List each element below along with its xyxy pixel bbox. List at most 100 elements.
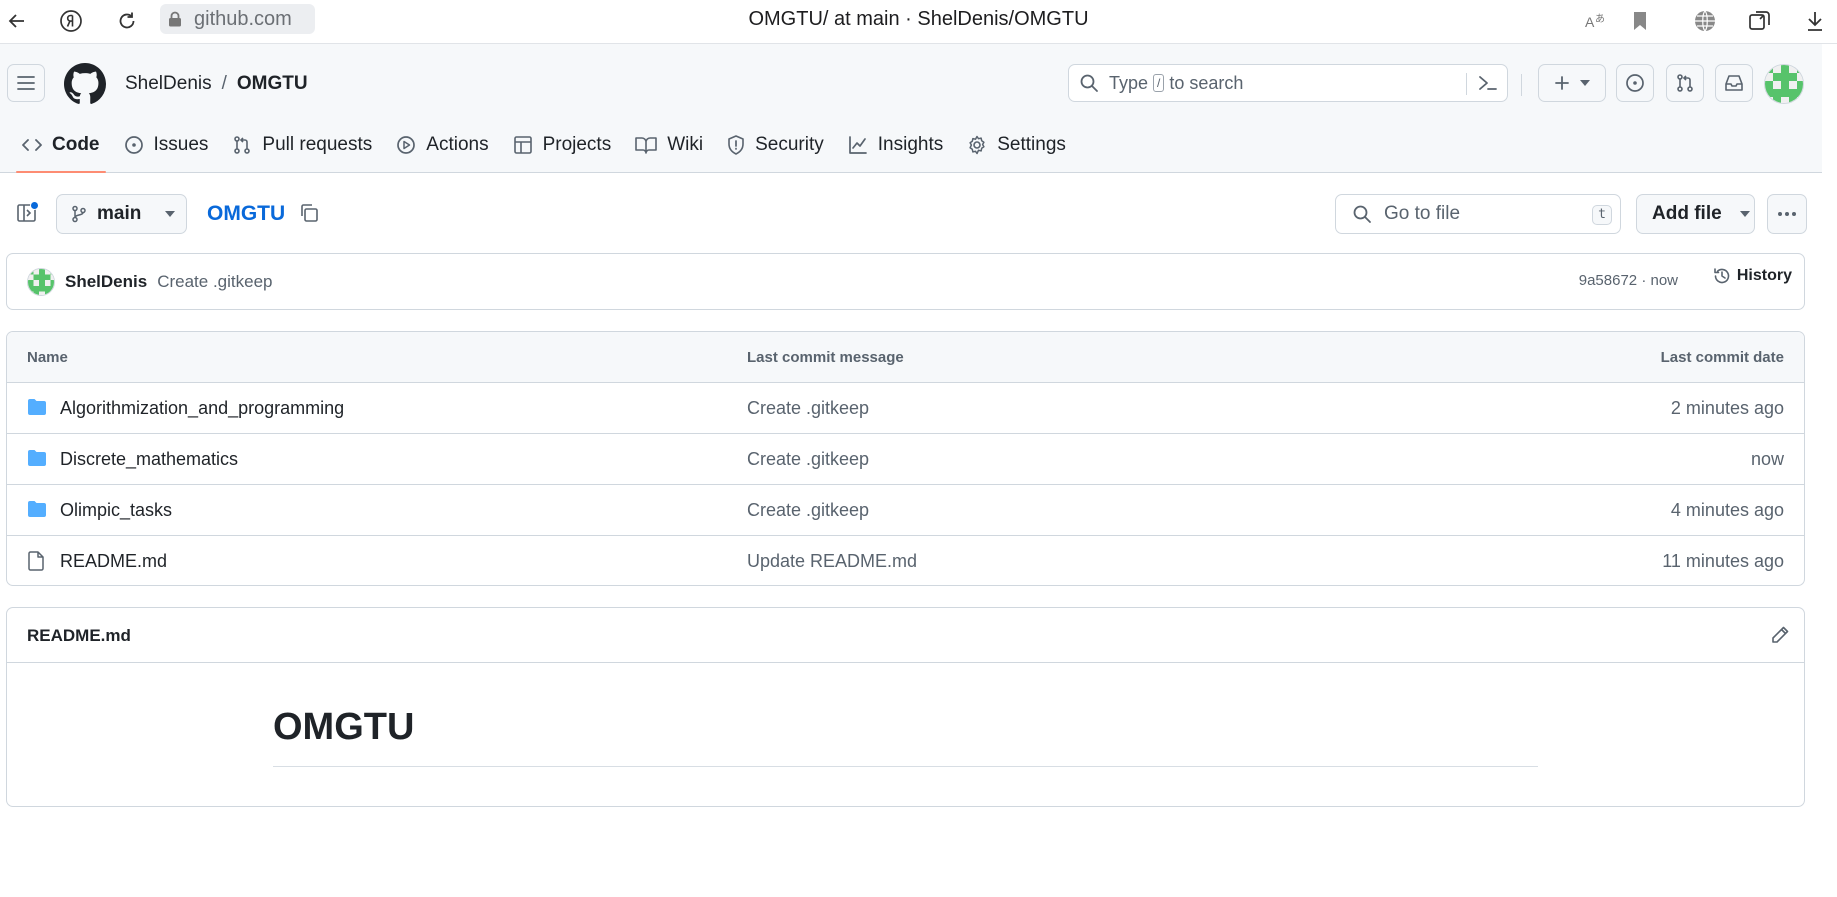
folder-icon [27, 449, 47, 467]
repo-root-link[interactable]: OMGTU [207, 202, 285, 226]
commit-date: 4 minutes ago [1670, 500, 1784, 520]
address-bar[interactable]: github.com [160, 4, 315, 34]
tab-label: Wiki [667, 134, 704, 155]
file-name-link[interactable]: Algorithmization_and_programming [60, 398, 344, 419]
breadcrumb-owner[interactable]: ShelDenis [125, 73, 212, 95]
svg-text:あ: あ [1595, 13, 1605, 25]
file-table: Name Last commit message Last commit dat… [6, 331, 1805, 586]
history-button[interactable]: History [1713, 267, 1792, 285]
user-avatar[interactable] [1764, 64, 1804, 104]
search-placeholder-suffix: to search [1169, 72, 1244, 93]
tab-insights[interactable]: Insights [836, 118, 955, 172]
gear-icon [969, 135, 985, 155]
add-file-label: Add file [1652, 203, 1722, 224]
add-file-button[interactable]: Add file [1636, 194, 1755, 234]
lock-icon [168, 11, 182, 27]
go-to-file-hotkey: t [1592, 205, 1612, 225]
notification-dot [30, 201, 39, 210]
chevron-down-icon [1739, 211, 1750, 217]
commit-sha-time[interactable]: 9a58672 · now [1579, 272, 1678, 289]
page-scrollbar[interactable] [1822, 44, 1837, 897]
commit-message[interactable]: Create .gitkeep [157, 272, 272, 292]
file-name-link[interactable]: README.md [60, 551, 167, 572]
more-options-button[interactable] [1767, 194, 1807, 234]
commit-message-link[interactable]: Create .gitkeep [747, 500, 869, 521]
translate-icon[interactable]: Aあ [1580, 6, 1610, 36]
folder-icon [27, 398, 47, 416]
tab-pull-requests[interactable]: Pull requests [220, 118, 384, 172]
search-placeholder-prefix: Type [1109, 72, 1149, 93]
tab-label: Actions [426, 134, 489, 155]
branch-name: main [97, 203, 142, 224]
history-icon [1714, 268, 1730, 284]
header-divider [1521, 74, 1522, 96]
hamburger-menu-button[interactable] [7, 64, 45, 102]
tab-security[interactable]: Security [715, 118, 836, 172]
pull-requests-button[interactable] [1666, 64, 1704, 102]
file-name-link[interactable]: Olimpic_tasks [60, 500, 172, 521]
copy-path-button[interactable] [295, 199, 323, 227]
tab-label: Code [52, 134, 100, 155]
search-icon [1080, 74, 1098, 92]
tab-label: Projects [542, 134, 612, 155]
commit-date: now [1750, 449, 1784, 469]
column-header-date: Last commit date [1660, 349, 1784, 366]
yandex-icon[interactable] [56, 6, 86, 36]
go-to-file-input[interactable]: Go to file t [1335, 194, 1621, 234]
search-icon [1353, 205, 1371, 223]
folder-icon [27, 500, 47, 518]
issue-icon [1626, 74, 1644, 92]
tab-code[interactable]: Code [10, 118, 112, 173]
book-icon [635, 137, 658, 154]
github-header: ShelDenis / OMGTU Type / to search Code … [0, 44, 1822, 173]
bookmark-icon[interactable] [1625, 6, 1655, 36]
search-slash-key: / [1153, 74, 1165, 92]
table-row[interactable]: README.md Update README.md 11 minutes ag… [7, 536, 1804, 585]
tab-projects[interactable]: Projects [501, 118, 624, 172]
commit-author[interactable]: ShelDenis [65, 272, 147, 292]
collections-icon[interactable] [1745, 6, 1775, 36]
identicon-icon [28, 268, 54, 295]
edit-readme-button[interactable] [1770, 625, 1790, 645]
globe-icon[interactable] [1690, 6, 1720, 36]
create-new-button[interactable] [1538, 64, 1606, 102]
download-icon[interactable] [1800, 6, 1830, 36]
code-icon [22, 139, 42, 151]
github-logo-icon[interactable] [64, 63, 106, 105]
readme-title[interactable]: README.md [27, 626, 131, 646]
browser-toolbar: github.com OMGTU/ at main · ShelDenis/OM… [0, 0, 1837, 44]
graph-icon [848, 136, 867, 154]
table-row[interactable]: Algorithmization_and_programming Create … [7, 383, 1804, 434]
commit-message-link[interactable]: Create .gitkeep [747, 449, 869, 470]
global-search-input[interactable]: Type / to search [1068, 64, 1508, 102]
inbox-button[interactable] [1715, 64, 1753, 102]
latest-commit-bar: ShelDenis Create .gitkeep 9a58672 · now … [6, 253, 1805, 310]
identicon-icon [1765, 65, 1803, 103]
kebab-horizontal-icon [1778, 212, 1796, 216]
copy-icon [301, 204, 318, 222]
plus-icon [1555, 76, 1569, 90]
commit-author-avatar[interactable] [27, 267, 55, 296]
commit-message-link[interactable]: Create .gitkeep [747, 398, 869, 419]
tab-wiki[interactable]: Wiki [623, 118, 715, 172]
file-tree-toggle-button[interactable] [12, 198, 42, 228]
tab-actions[interactable]: Actions [384, 118, 500, 172]
back-icon[interactable] [2, 6, 32, 36]
tab-settings[interactable]: Settings [955, 118, 1078, 172]
tab-label: Insights [877, 134, 944, 155]
commit-date: 11 minutes ago [1662, 551, 1784, 571]
file-name-link[interactable]: Discrete_mathematics [60, 449, 238, 470]
address-domain: github.com [194, 7, 292, 30]
svg-text:A: A [1585, 14, 1595, 30]
inbox-icon [1725, 75, 1743, 91]
issues-button[interactable] [1616, 64, 1654, 102]
table-row[interactable]: Olimpic_tasks Create .gitkeep 4 minutes … [7, 485, 1804, 536]
tab-issues[interactable]: Issues [112, 118, 221, 172]
tab-label: Settings [997, 134, 1066, 155]
table-row[interactable]: Discrete_mathematics Create .gitkeep now [7, 434, 1804, 485]
branch-selector-button[interactable]: main [56, 194, 187, 234]
command-palette-icon[interactable] [1477, 73, 1499, 93]
breadcrumb-repo[interactable]: OMGTU [237, 73, 308, 95]
commit-message-link[interactable]: Update README.md [747, 551, 917, 572]
reload-icon[interactable] [112, 6, 142, 36]
